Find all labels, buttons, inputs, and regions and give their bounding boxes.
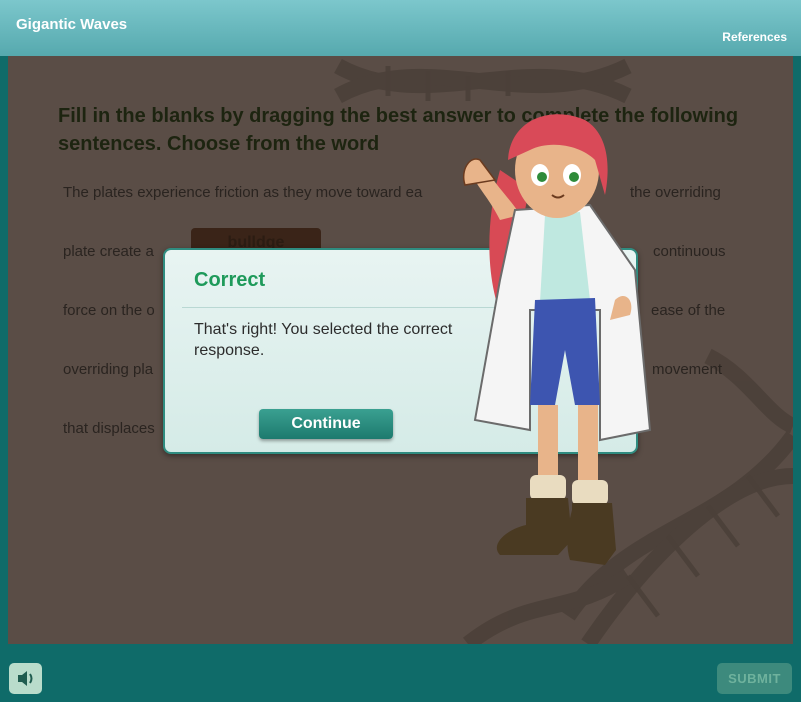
references-link[interactable]: References xyxy=(722,30,787,44)
submit-button[interactable]: SUBMIT xyxy=(717,663,792,694)
sentence-fragment: overriding pla xyxy=(63,361,154,378)
dialog-message: That's right! You selected the correct r… xyxy=(194,321,453,359)
sentence-fragment: that displaces xyxy=(63,420,155,437)
top-bar: Gigantic Waves References xyxy=(0,0,801,56)
continue-button[interactable]: Continue xyxy=(259,409,393,439)
sentence-fragment: plate create a xyxy=(63,243,154,260)
scientist-character-illustration xyxy=(463,114,652,565)
sentence-fragment: The plates experience friction as they m… xyxy=(63,184,423,201)
sentence-fragment: continuous xyxy=(653,243,726,260)
bottom-bar xyxy=(0,644,801,702)
speaker-icon xyxy=(18,671,33,686)
sentence-fragment: movement xyxy=(652,361,723,378)
sentence-fragment: ease of the xyxy=(651,302,726,319)
app-title: Gigantic Waves xyxy=(16,16,128,33)
sentence-fragment: force on the o xyxy=(63,302,155,319)
dialog-title: Correct xyxy=(194,269,266,291)
sound-toggle-button[interactable] xyxy=(9,663,42,694)
